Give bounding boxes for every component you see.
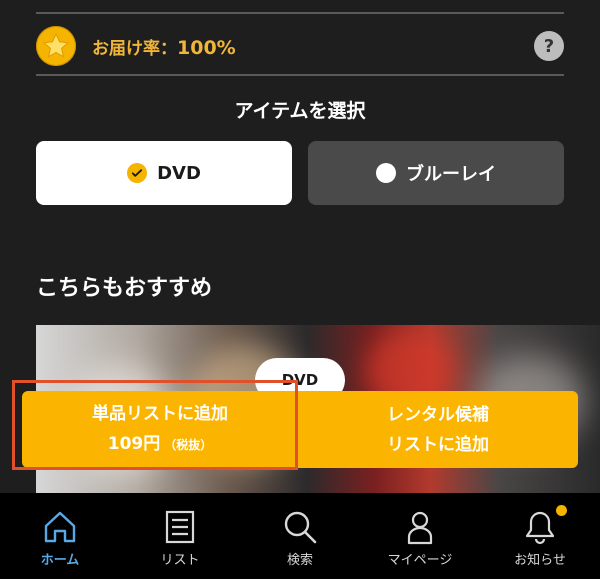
delivery-rate-text: お届け率：100%: [92, 34, 236, 59]
search-icon: [284, 511, 317, 544]
option-dvd-button[interactable]: DVD: [36, 141, 292, 205]
nav-mypage[interactable]: マイページ: [360, 493, 480, 579]
user-icon: [407, 511, 433, 545]
delivery-rate-value: 100%: [177, 37, 236, 59]
add-rental-line1: レンタル候補: [387, 404, 489, 425]
option-bluray-button[interactable]: ブルーレイ: [308, 141, 564, 205]
nav-notifications[interactable]: お知らせ: [480, 493, 600, 579]
nav-notifications-label: お知らせ: [514, 553, 566, 568]
bottom-nav: ホーム リスト 検索 マイページ お知らせ: [0, 493, 600, 579]
item-select-title: アイテムを選択: [234, 100, 366, 122]
star-icon: [36, 26, 76, 66]
add-rental-list-button[interactable]: レンタル候補 リストに追加: [298, 391, 578, 468]
nav-list-label: リスト: [160, 553, 200, 568]
top-divider: [36, 12, 564, 14]
radio-icon: [376, 163, 396, 183]
bell-icon: [525, 511, 555, 545]
home-icon: [44, 511, 76, 543]
nav-search-label: 検索: [286, 553, 313, 568]
highlight-box: [12, 380, 298, 470]
notification-dot: [556, 505, 567, 516]
recommend-title: こちらもおすすめ: [36, 276, 213, 301]
delivery-rate-row: お届け率：100% ?: [36, 24, 564, 70]
nav-home-label: ホーム: [40, 553, 80, 568]
nav-list[interactable]: リスト: [120, 493, 240, 579]
check-icon: [127, 163, 148, 183]
delivery-divider: [36, 74, 564, 76]
nav-mypage-label: マイページ: [387, 553, 453, 568]
add-rental-line2: リストに追加: [387, 434, 489, 455]
option-dvd-label: DVD: [157, 162, 201, 184]
help-icon[interactable]: ?: [534, 31, 564, 61]
delivery-rate-label: お届け率：: [92, 39, 177, 59]
nav-search[interactable]: 検索: [240, 493, 360, 579]
nav-home[interactable]: ホーム: [0, 493, 120, 579]
list-icon: [165, 510, 195, 544]
option-bluray-label: ブルーレイ: [406, 164, 496, 185]
